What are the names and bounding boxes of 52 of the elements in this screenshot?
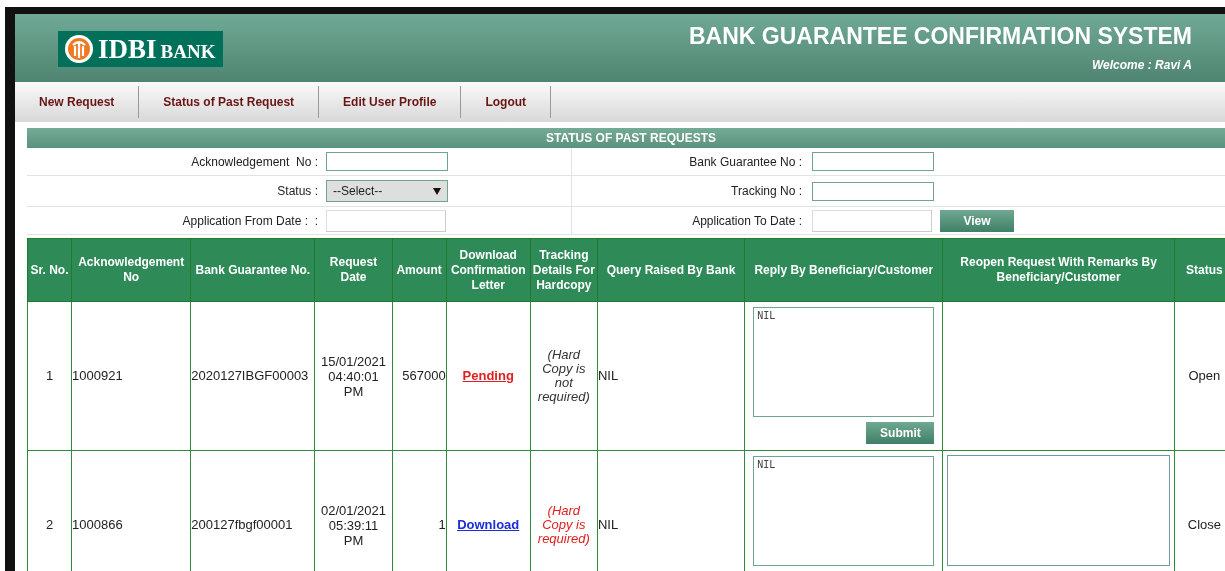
input-field[interactable] (812, 152, 934, 171)
status-dropdown[interactable]: --Select-- (326, 180, 448, 202)
filter-label: Application From Date : : (181, 212, 319, 230)
letter-link[interactable]: Pending (462, 368, 514, 384)
column-header: Reopen Request With Remarks By Beneficiary/Customer (942, 238, 1175, 302)
column-header: Amount (392, 238, 447, 302)
column-header: Bank Guarantee No. (190, 238, 315, 302)
logo-emblem-icon (64, 34, 94, 64)
logo-suffix: BANK (160, 41, 216, 61)
welcome-text: Welcome : Ravi A (1091, 57, 1192, 74)
table-cell: 200127fbgf00001 (190, 450, 315, 571)
nav-link[interactable]: Edit User Profile (319, 86, 462, 118)
nav-link[interactable]: New Request (15, 86, 140, 118)
submit-button[interactable]: Submit (866, 422, 935, 444)
date-field[interactable] (812, 209, 932, 232)
column-header: Sr. No. (27, 238, 72, 302)
table-cell: 567000 (392, 301, 447, 451)
remarks-textarea[interactable] (947, 455, 1170, 566)
nav-link[interactable]: Logout (461, 86, 552, 118)
caret-icon (433, 187, 441, 195)
logo-brand: IDBI (98, 35, 157, 63)
table-cell: 1 (27, 301, 72, 451)
nav-link[interactable]: Status of Past Request (139, 86, 320, 118)
table-cell: 1000921 (71, 301, 191, 451)
column-header: Tracking Details For Hardcopy (530, 238, 598, 302)
filter-label: Acknowledgement No : (190, 153, 319, 171)
table-cell: 2 (27, 450, 72, 571)
input-field[interactable] (326, 152, 448, 171)
column-header: Acknowledgement No (71, 238, 191, 302)
section-title-bar: STATUS OF PAST REQUESTS (27, 128, 1225, 148)
column-header: Reply By Beneficiary/Customer (744, 238, 943, 302)
table-cell: NIL (597, 301, 745, 451)
table-cell: 1000866 (71, 450, 191, 571)
column-header: Download Confirmation Letter (446, 238, 531, 302)
table-cell: NIL (597, 450, 745, 571)
date-field[interactable] (326, 209, 446, 232)
filter-label: Application To Date : (691, 212, 803, 230)
table-cell: 15/01/2021 04:40:01 PM (314, 301, 393, 451)
input-field[interactable] (812, 181, 934, 201)
column-header: Query Raised By Bank (597, 238, 745, 302)
view-button[interactable]: View (940, 209, 1014, 232)
column-header: Request Date (314, 238, 393, 302)
table-cell: (Hard Copy is not required) (530, 301, 598, 451)
filter-label: Bank Guarantee No : (688, 153, 803, 171)
filter-label: Tracking No : (730, 183, 803, 200)
table-cell: 2020127IBGF00003 (190, 301, 315, 451)
filter-label: Status : (276, 183, 319, 200)
letter-link[interactable]: Download (457, 517, 520, 533)
system-title: BANK GUARANTEE CONFIRMATION SYSTEM (689, 22, 1192, 50)
column-header: Status (1174, 238, 1225, 302)
reply-textarea[interactable]: NIL (753, 307, 935, 417)
reply-textarea[interactable]: NIL (753, 456, 935, 566)
